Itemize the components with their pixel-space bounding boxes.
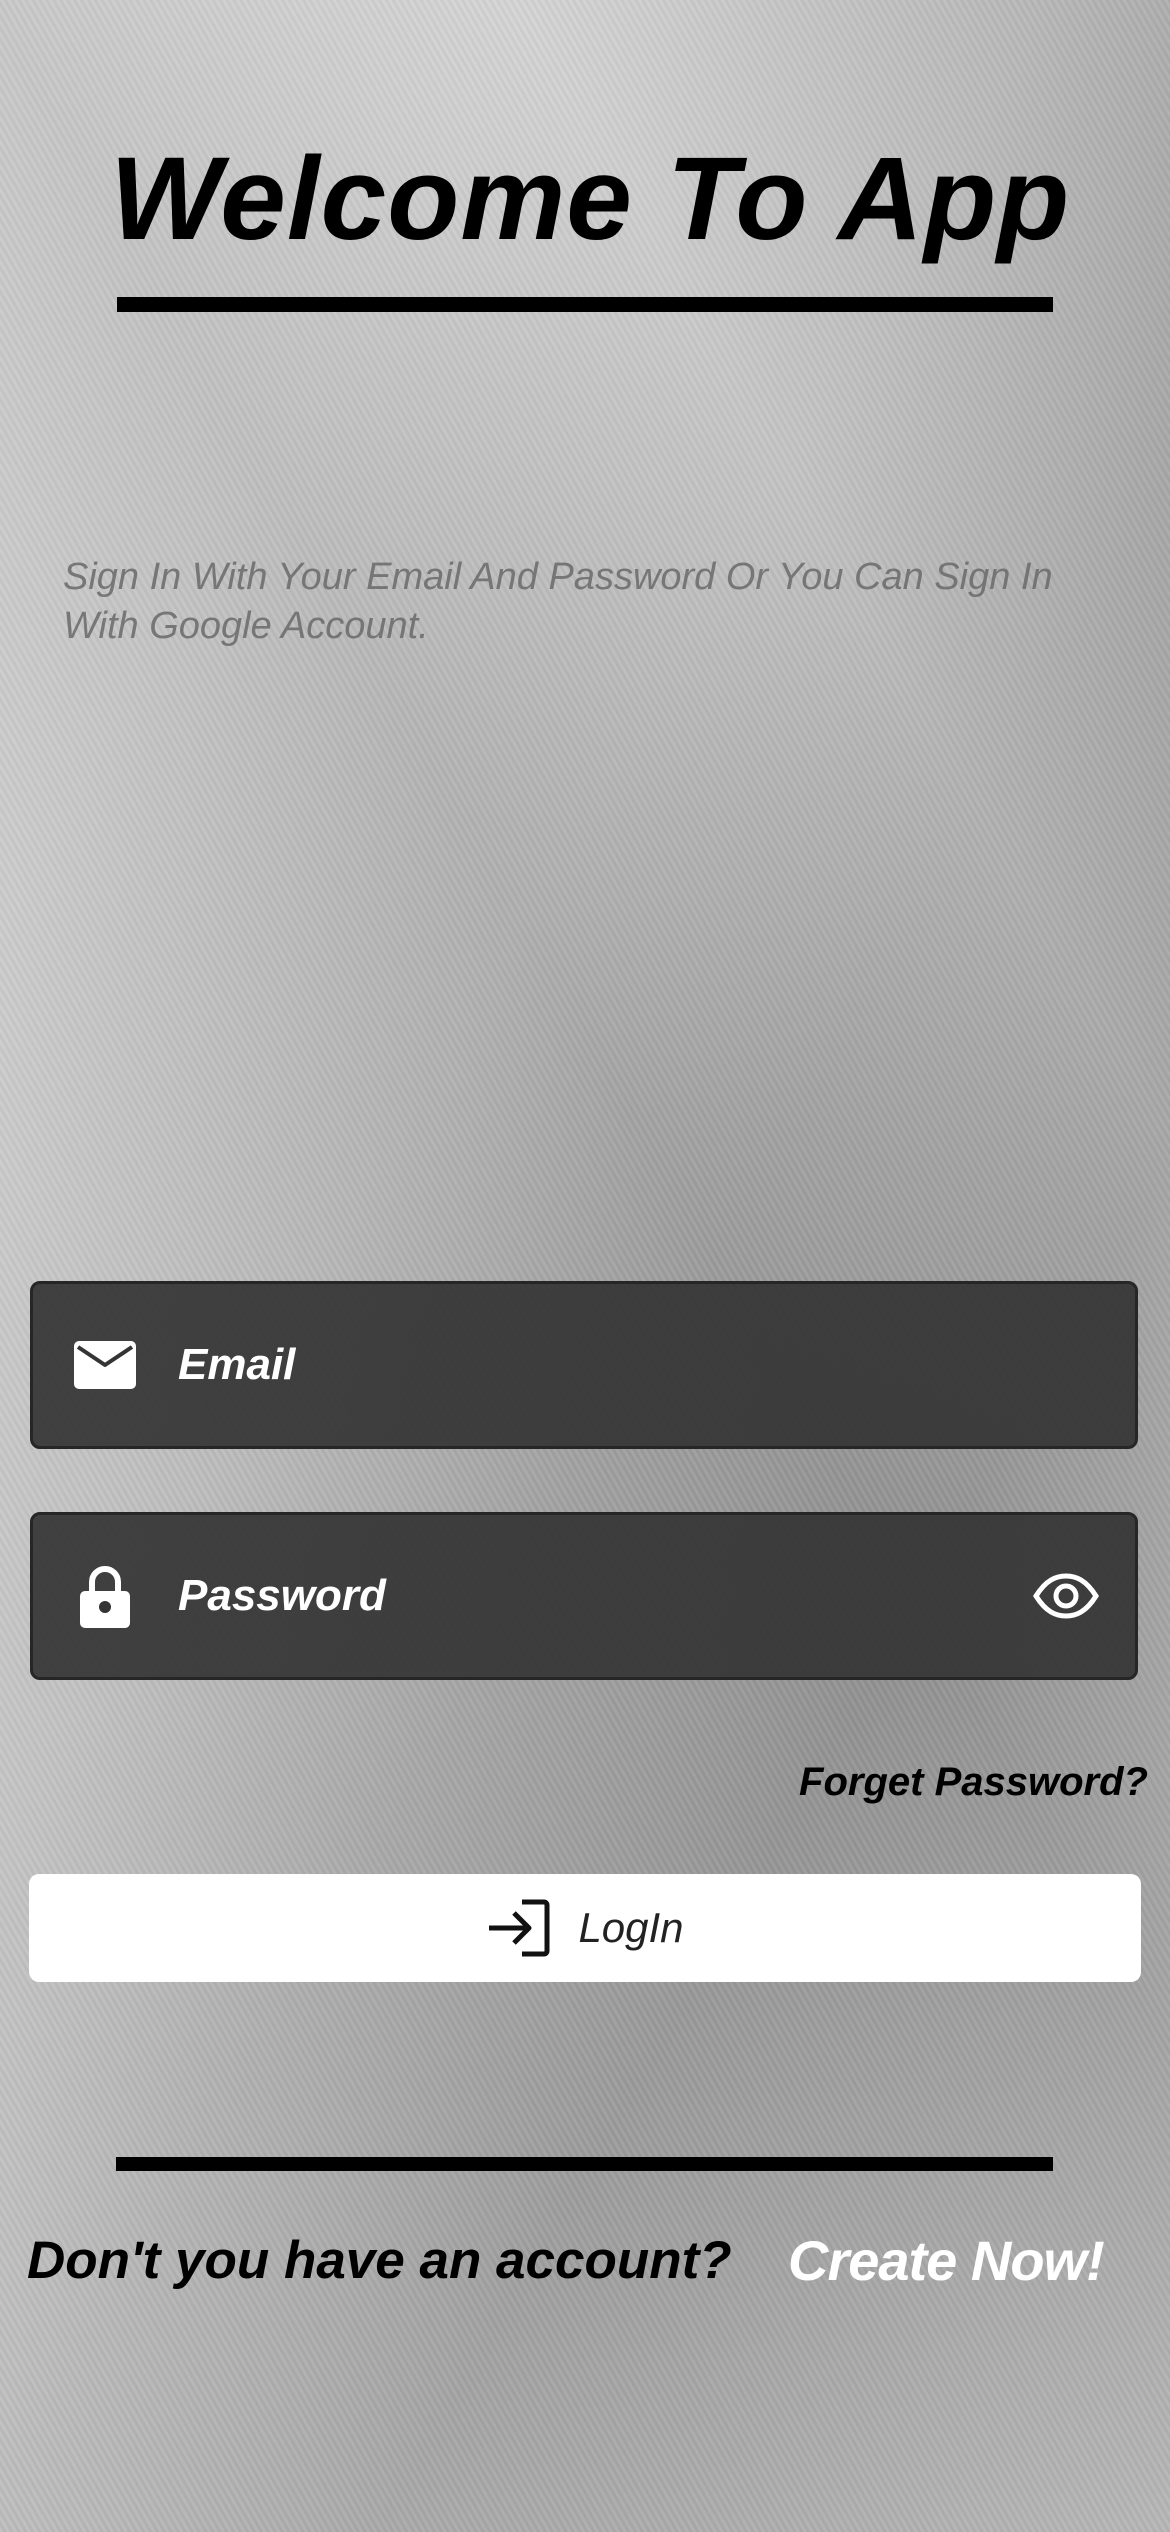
page-subtitle: Sign In With Your Email And Password Or … xyxy=(63,556,1053,647)
page-title: Welcome To App xyxy=(110,133,1071,265)
account-question: Don't you have an account? xyxy=(27,2231,732,2290)
login-button-label: LogIn xyxy=(578,1904,684,1951)
login-icon xyxy=(486,1896,550,1960)
lock-icon xyxy=(73,1564,137,1628)
login-button[interactable]: LogIn xyxy=(29,1874,1141,1982)
divider xyxy=(116,2157,1053,2171)
email-field[interactable]: Email xyxy=(30,1281,1138,1449)
password-field-placeholder: Password xyxy=(178,1571,386,1620)
email-field-placeholder: Email xyxy=(178,1340,296,1389)
title-underline xyxy=(117,297,1053,312)
background-texture xyxy=(0,0,1170,2532)
eye-icon[interactable] xyxy=(1031,1561,1101,1631)
create-account-link[interactable]: Create Now! xyxy=(788,2228,1105,2293)
forgot-password-link[interactable]: Forget Password? xyxy=(799,1760,1148,1805)
mail-icon xyxy=(73,1333,137,1397)
password-field[interactable]: Password xyxy=(30,1512,1138,1680)
